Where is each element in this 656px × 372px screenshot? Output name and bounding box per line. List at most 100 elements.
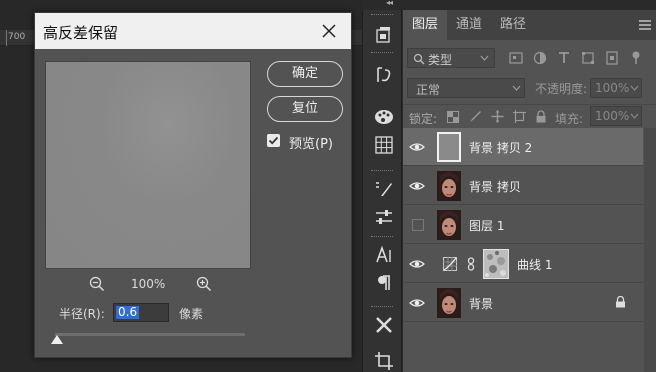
layer-name: 背景 拷贝 [469,180,521,194]
layer-row-curves-1[interactable]: 曲线 1 [403,245,643,283]
preview-zoom-controls: 100% [45,275,251,295]
zoom-value: 100% [131,277,166,291]
strip-grip[interactable] [371,14,393,16]
curves-adjustment-icon [443,257,457,271]
lock-row: 锁定: 填充: 100% [403,104,656,128]
link-icon[interactable] [467,257,475,271]
adjustment-filter-icon[interactable] [533,51,547,65]
radius-slider-track[interactable] [55,333,245,336]
radius-unit: 像素 [179,307,204,321]
tools-icon[interactable] [373,314,395,336]
sliders-icon[interactable] [373,206,395,228]
smart-object-filter-icon[interactable] [605,51,619,65]
radius-slider-thumb[interactable] [51,335,63,344]
layer-name: 图层 1 [469,219,505,233]
filter-toggle-icon[interactable] [631,51,641,65]
radius-value: 0.6 [116,305,140,319]
layer-thumbnail [437,288,461,318]
layer-filter-row: 类型 [403,46,656,70]
lock-move-icon[interactable] [491,110,504,123]
reset-button[interactable]: 复位 [267,96,343,122]
zoom-out-icon[interactable] [88,275,106,293]
chevron-down-icon [512,85,521,91]
filter-preview[interactable] [45,61,251,269]
visibility-toggle-off[interactable] [412,219,424,231]
lock-brush-icon[interactable] [469,110,482,123]
opacity-value: 100% [595,81,630,95]
opacity-label: 不透明度: [535,82,588,96]
shape-filter-icon[interactable] [581,51,595,65]
layer-name: 背景 [469,297,494,311]
lock-artboard-icon[interactable] [513,110,526,123]
preview-label: 预览(P) [289,137,333,152]
blend-mode-value: 正常 [416,83,441,97]
layer-thumbnail [437,210,461,240]
radius-label: 半径(R): [59,307,105,321]
lock-label: 锁定: [409,112,438,126]
close-icon[interactable] [319,21,339,41]
collapse-panels-icon[interactable]: ◂◂ [386,0,393,7]
blend-row: 正常 不透明度: 100% [403,76,656,100]
strip-grip[interactable] [371,170,393,172]
layer-mask-thumbnail[interactable] [483,249,509,279]
fill-input[interactable]: 100% [590,106,642,126]
brush-settings-icon[interactable] [373,178,395,200]
character-icon[interactable] [373,244,395,266]
chevron-down-icon [480,55,489,61]
layer-row-layer-1[interactable]: 图层 1 [403,206,643,244]
preview-checkbox[interactable] [267,134,280,147]
radius-input[interactable]: 0.6 [113,303,169,322]
panel-menu-icon[interactable] [639,20,651,30]
fill-value: 100% [595,109,630,123]
strip-grip[interactable] [371,306,393,308]
lock-all-icon[interactable] [535,110,547,123]
layers-scrollbar[interactable] [644,128,656,372]
layer-thumbnail [437,132,461,162]
layer-name: 曲线 1 [517,258,553,272]
pixel-filter-icon[interactable] [509,51,523,65]
eye-icon[interactable] [409,178,425,194]
high-pass-dialog: 高反差保留 100% 确定 复位 预览(P) 半径(R): 0.6 像素 [34,12,352,358]
lock-transparent-icon[interactable] [447,111,459,123]
layer-name: 背景 拷贝 2 [469,141,533,155]
tab-channels[interactable]: 通道 [447,10,491,40]
lock-icon [616,296,625,308]
eye-icon[interactable] [409,295,425,311]
chevron-down-icon [630,113,639,119]
tab-paths[interactable]: 路径 [491,10,535,40]
tab-layers[interactable]: 图层 [403,10,447,40]
type-filter-icon[interactable] [557,51,571,65]
grid-icon[interactable] [373,134,395,156]
layer-row-background-copy-2[interactable]: 背景 拷贝 2 [403,128,643,166]
ruler-label: 700 [8,32,26,42]
blend-mode-select[interactable]: 正常 [407,78,525,98]
strip-grip[interactable] [371,236,393,238]
3d-rotate-icon[interactable] [373,64,395,86]
search-icon [413,53,425,65]
crop-icon[interactable] [373,350,395,372]
filter-kind-label: 类型 [428,53,453,67]
opacity-input[interactable]: 100% [590,78,642,98]
tool-panel-strip [362,10,402,372]
filter-kind-select[interactable]: 类型 [407,48,495,68]
layer-row-background[interactable]: 背景 [403,284,643,322]
ok-button[interactable]: 确定 [267,61,343,87]
paragraph-icon[interactable] [373,272,395,294]
layer-thumbnail [437,171,461,201]
strip-grip[interactable] [371,52,393,54]
panel-tabs: 图层 通道 路径 [403,10,656,40]
fill-label: 填充: [555,112,584,126]
layers-panel: 图层 通道 路径 类型 正常 不透明度: 100% 锁定: 填充: 100% 背… [403,10,656,372]
history-brush-icon[interactable] [373,24,395,46]
eye-icon[interactable] [409,139,425,155]
eye-icon[interactable] [409,256,425,272]
layer-row-background-copy[interactable]: 背景 拷贝 [403,167,643,205]
dialog-title-bar[interactable]: 高反差保留 [35,13,351,49]
dialog-title: 高反差保留 [43,24,119,42]
ruler-tick [6,30,7,46]
zoom-in-icon[interactable] [195,275,213,293]
chevron-down-icon [630,85,639,91]
palette-icon[interactable] [373,106,395,128]
photoshop-window: 700 ◂◂ 高反差保留 100% 确定 复位 预览(P) 半径(R): 0.6… [0,0,656,372]
panel-top-strip [362,0,656,10]
